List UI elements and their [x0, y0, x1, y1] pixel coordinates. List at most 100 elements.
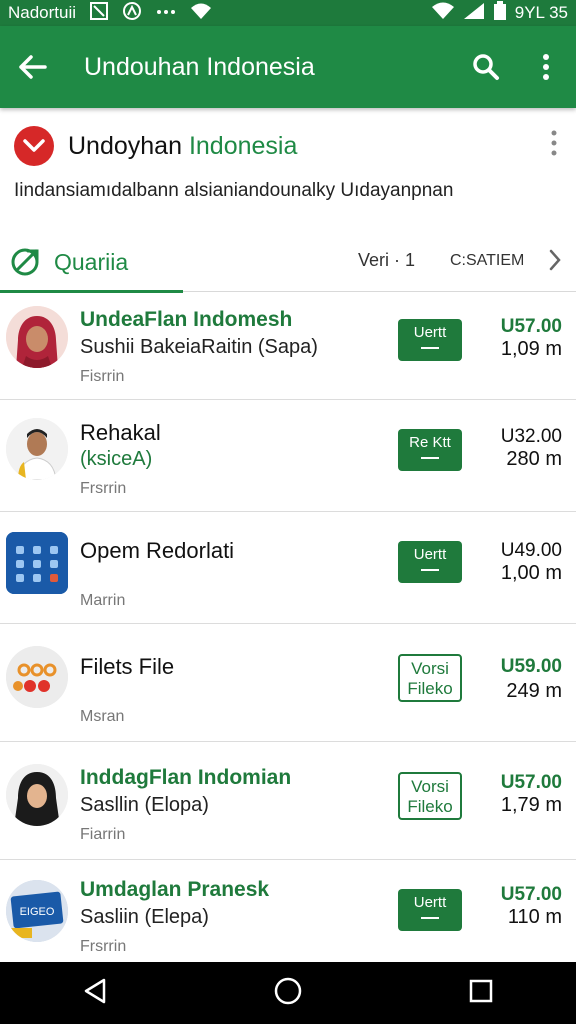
list-item[interactable]: EIGEO Umdaglan Pranesk Sasliin (Elepa) F…	[0, 860, 576, 964]
tab-quariia[interactable]: Quariia	[0, 232, 183, 293]
item-meta: Msran	[80, 708, 125, 725]
item-price: U49.00	[500, 540, 562, 561]
install-button-label: Uertt	[413, 894, 447, 911]
version-file-button[interactable]: Vorsi Fileko	[398, 654, 462, 702]
wifi-icon	[190, 2, 212, 25]
status-bar: Nadortuii 9YL 35	[0, 0, 576, 26]
item-price: U59.00	[500, 656, 562, 677]
app-icon	[6, 646, 68, 708]
system-nav-bar	[0, 962, 576, 1024]
dash-icon	[421, 347, 439, 349]
list-item[interactable]: UndeaFlan Indomesh Sushii BakeiaRaitin (…	[0, 292, 576, 400]
store-name: Undoyhan Indonesia	[68, 132, 297, 161]
tab-scroll-button[interactable]	[548, 248, 562, 277]
tab-quariia-label: Quariia	[54, 248, 129, 275]
dash-icon	[421, 917, 439, 919]
overflow-menu-button[interactable]	[516, 26, 576, 108]
item-size: 1,79 m	[500, 794, 562, 816]
tab-bar: Quariia Veri · 1 C:SATIEM	[0, 232, 576, 293]
circle-home-icon	[274, 977, 302, 1004]
more-vert-icon	[543, 54, 549, 80]
version-file-label-line1: Vorsi	[411, 777, 449, 796]
item-size: 110 m	[507, 906, 562, 928]
install-button-label: Uertt	[413, 324, 447, 341]
store-header: Undoyhan Indonesia	[0, 108, 576, 184]
item-meta: Fiarrin	[80, 826, 126, 843]
avatar	[6, 764, 68, 826]
item-title: Opem Redorlati	[80, 538, 235, 563]
arrow-left-icon	[19, 55, 47, 79]
version-file-label-line2: Fileko	[407, 679, 453, 698]
install-button[interactable]: Re Ktt	[398, 429, 462, 471]
item-meta: Marrin	[80, 592, 126, 609]
item-price: U57.00	[500, 772, 562, 793]
carrier-name: Nadortuii	[8, 3, 77, 22]
chevron-right-icon	[549, 249, 561, 271]
item-meta: Frsrrin	[80, 938, 127, 955]
search-button[interactable]	[456, 26, 516, 108]
square-recents-icon	[469, 979, 492, 1002]
app-list: UndeaFlan Indomesh Sushii BakeiaRaitin (…	[0, 292, 576, 964]
app-icon	[6, 532, 68, 594]
version-file-label-line2: Fileko	[407, 797, 453, 816]
tab-csatiem[interactable]: C:SATIEM	[450, 252, 524, 270]
item-size: 249 m	[506, 680, 562, 702]
version-file-label-line1: Vorsi	[411, 659, 449, 678]
app-bar: Undouhan Indonesia	[0, 26, 576, 108]
item-price: U57.00	[500, 316, 562, 337]
store-description: Iindansiamıdalbann alsianiandounalky Uıd…	[14, 180, 454, 201]
item-size: 1,09 m	[500, 338, 562, 360]
dash-icon	[421, 457, 439, 459]
item-title: Umdaglan Pranesk	[80, 878, 270, 901]
thumb-label: EIGEO	[20, 906, 55, 918]
item-size: 280 m	[506, 448, 562, 470]
nav-home-button[interactable]	[273, 976, 303, 1011]
dash-icon	[421, 569, 439, 571]
item-subtitle: Sasllin (Elopa)	[80, 794, 209, 816]
install-button[interactable]: Uertt	[398, 319, 462, 361]
item-subtitle: (ksiceA)	[80, 448, 153, 470]
app-icon: EIGEO	[6, 880, 68, 942]
leaf-icon	[10, 247, 44, 277]
list-item[interactable]: InddagFlan Indomian Sasllin (Elopa) Fiar…	[0, 742, 576, 860]
back-button[interactable]	[0, 26, 64, 108]
nav-back-button[interactable]	[82, 977, 108, 1010]
header-menu-button[interactable]	[550, 130, 558, 161]
item-title: Filets File	[80, 654, 175, 679]
list-item[interactable]: Filets File Msran Vorsi Fileko U59.00 249…	[0, 624, 576, 742]
item-price: U57.00	[500, 884, 562, 905]
search-icon	[473, 54, 499, 80]
app-bar-title: Undouhan Indonesia	[84, 52, 315, 81]
item-price: U32.00	[500, 426, 562, 447]
tab-veri[interactable]: Veri · 1	[358, 250, 415, 271]
install-button[interactable]: Uertt	[398, 889, 462, 931]
list-item[interactable]: Opem Redorlati Marrin Uertt U49.00 1,00 …	[0, 512, 576, 624]
item-size: 1,00 m	[500, 562, 562, 584]
more-notifications-icon	[156, 3, 176, 23]
install-button-label: Uertt	[413, 546, 447, 563]
item-title: Rehakal	[80, 420, 161, 445]
more-vert-icon	[551, 130, 557, 156]
chevron-down-icon	[23, 139, 45, 152]
wifi-strong-icon	[431, 2, 455, 25]
signal-icon	[463, 2, 485, 25]
item-subtitle: Sushii BakeiaRaitin (Sapa)	[80, 336, 318, 358]
nav-recents-button[interactable]	[468, 978, 494, 1009]
avatar	[6, 418, 68, 480]
item-meta: Frsrrin	[80, 480, 127, 497]
sim-icon	[90, 1, 109, 25]
triangle-back-icon	[85, 978, 106, 1003]
store-logo	[14, 126, 54, 166]
install-button[interactable]: Uertt	[398, 541, 462, 583]
store-name-part1: Undoyhan	[68, 131, 182, 160]
compass-icon	[122, 1, 142, 26]
item-meta: Fisrrin	[80, 368, 125, 385]
avatar	[6, 306, 68, 368]
store-name-part2: Indonesia	[188, 131, 298, 160]
install-button-label: Re Ktt	[409, 434, 451, 451]
version-file-button[interactable]: Vorsi Fileko	[398, 772, 462, 820]
battery-icon	[493, 0, 507, 26]
item-title: UndeaFlan Indomesh	[80, 308, 293, 331]
list-item[interactable]: Rehakal (ksiceA) Frsrrin Re Ktt U32.00 2…	[0, 400, 576, 512]
item-title: InddagFlan Indomian	[80, 766, 292, 789]
